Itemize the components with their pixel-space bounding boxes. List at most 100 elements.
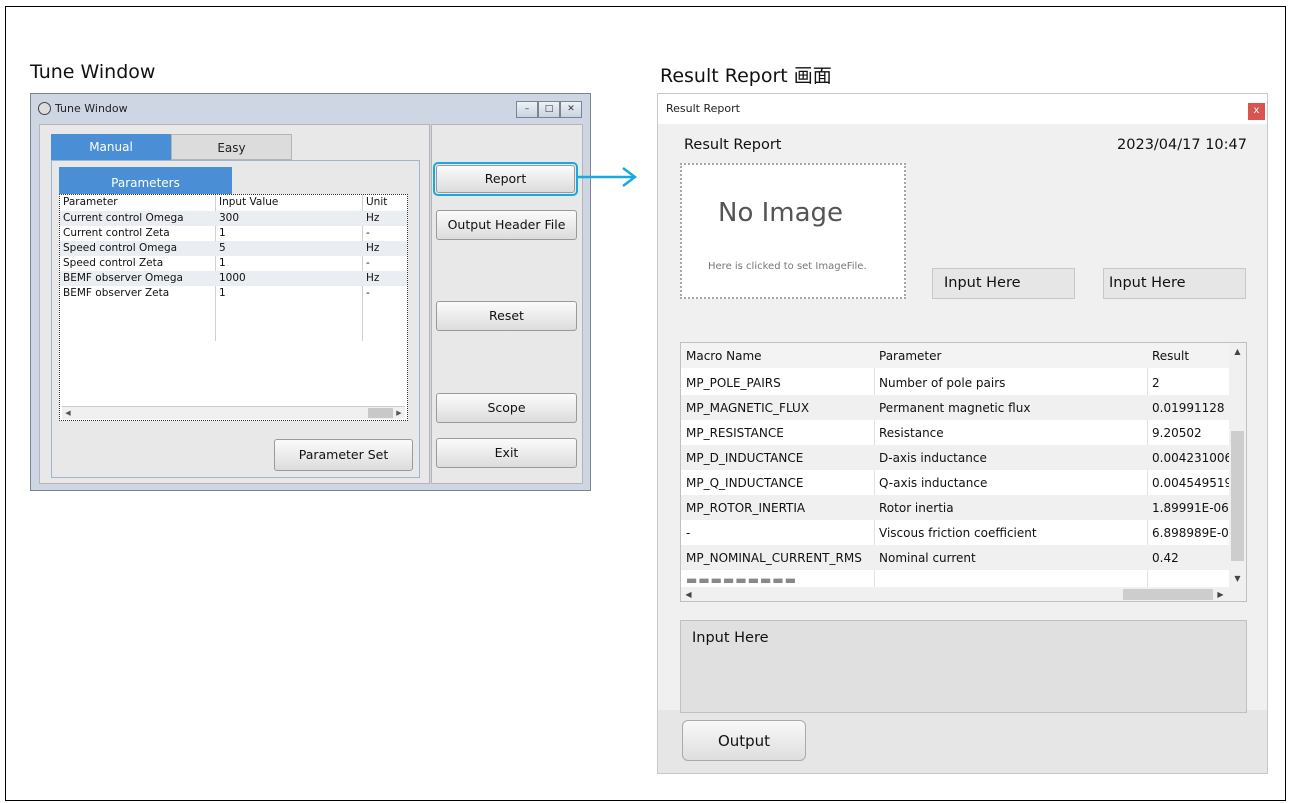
no-image-text: No Image	[718, 198, 844, 228]
image-hint-text: Here is clicked to set ImageFile.	[708, 261, 867, 272]
tune-window-caption: Tune Window	[30, 61, 156, 83]
result-report-window: Result Report x Result Report 2023/04/17…	[657, 93, 1268, 774]
report-heading: Result Report	[684, 137, 782, 153]
cell-unit: -	[366, 287, 370, 299]
tune-window-title: Tune Window	[55, 102, 128, 115]
tab-manual[interactable]: Manual	[51, 134, 171, 160]
parameters-panel: Parameters Parameter Input Value Unit Cu…	[51, 160, 420, 478]
table-horizontal-scrollbar[interactable]: ◀ ▶	[681, 587, 1246, 601]
cell-parameter: D-axis inductance	[879, 451, 987, 465]
scroll-left-icon[interactable]: ◀	[681, 587, 696, 601]
close-icon[interactable]: x	[1248, 103, 1265, 120]
col-header-macro-name: Macro Name	[686, 349, 762, 363]
cell-input-value[interactable]: 1000	[219, 272, 246, 284]
tune-left-pane: Manual Easy Parameters Parameter Input V…	[39, 124, 430, 484]
scroll-thumb[interactable]	[1231, 431, 1244, 561]
table-row[interactable]: MP_MAGNETIC_FLUX Permanent magnetic flux…	[681, 395, 1229, 420]
scroll-thumb[interactable]	[1123, 589, 1213, 600]
result-report-titlebar: Result Report x	[658, 94, 1267, 124]
cell-parameter: Q-axis inductance	[879, 476, 988, 490]
grid-horizontal-scrollbar[interactable]: ◀ ▶	[62, 406, 405, 419]
cell-parameter: Speed control Omega	[63, 242, 178, 254]
cell-parameter: Resistance	[879, 426, 944, 440]
cell-macro: MP_POLE_PAIRS	[686, 376, 781, 390]
table-row[interactable]: MP_NOMINAL_CURRENT_RMS Nominal current 0…	[681, 545, 1229, 570]
grid-row[interactable]: Current control Zeta 1 -	[60, 226, 407, 241]
reset-button[interactable]: Reset	[436, 301, 577, 331]
cell-parameter: Speed control Zeta	[63, 257, 164, 269]
cell-result: 9.20502	[1152, 426, 1202, 440]
table-row[interactable]: - Viscous friction coefficient 6.898989E…	[681, 520, 1236, 545]
comment-textarea[interactable]: Input Here	[680, 620, 1247, 713]
parameter-grid[interactable]: Parameter Input Value Unit Current contr…	[59, 194, 408, 421]
arrow-icon	[578, 167, 638, 187]
tune-window-titlebar: Tune Window – □ ✕	[31, 94, 590, 124]
image-placeholder[interactable]: No Image Here is clicked to set ImageFil…	[680, 163, 906, 299]
close-icon[interactable]: ✕	[560, 101, 582, 118]
grid-header: Parameter Input Value Unit	[60, 195, 407, 210]
cell-macro: MP_MAGNETIC_FLUX	[686, 401, 810, 415]
tune-window: Tune Window – □ ✕ Manual Easy Parameters…	[30, 93, 591, 491]
cell-macro: MP_RESISTANCE	[686, 426, 784, 440]
scroll-right-icon[interactable]: ▶	[393, 407, 405, 419]
cell-result: 0.004549519	[1152, 476, 1233, 490]
cell-macro: MP_Q_INDUCTANCE	[686, 476, 804, 490]
cell-parameter: BEMF observer Omega	[63, 272, 183, 284]
table-row[interactable]: MP_RESISTANCE Resistance 9.20502	[681, 420, 1229, 445]
cell-parameter: Number of pole pairs	[879, 376, 1006, 390]
scope-button[interactable]: Scope	[436, 393, 577, 423]
maximize-icon[interactable]: □	[538, 101, 560, 118]
minimize-icon[interactable]: –	[516, 101, 538, 118]
cell-input-value[interactable]: 1	[219, 227, 226, 239]
result-table[interactable]: Macro Name Parameter Result MP_POLE_PAIR…	[680, 342, 1247, 602]
scroll-right-icon[interactable]: ▶	[1213, 587, 1228, 601]
table-vertical-scrollbar[interactable]: ▲ ▼	[1229, 343, 1246, 587]
cell-input-value[interactable]: 300	[219, 212, 239, 224]
scroll-thumb[interactable]	[368, 408, 393, 418]
cell-unit: -	[366, 257, 370, 269]
table-row[interactable]: MP_POLE_PAIRS Number of pole pairs 2	[681, 370, 1229, 395]
report-highlight	[433, 162, 578, 196]
grid-row[interactable]: Speed control Zeta 1 -	[60, 256, 407, 271]
table-header: Macro Name Parameter Result	[681, 343, 1229, 368]
cell-unit: Hz	[366, 272, 380, 284]
col-header-parameter: Parameter	[879, 349, 942, 363]
cell-input-value[interactable]: 1	[219, 287, 226, 299]
cell-input-value[interactable]: 5	[219, 242, 226, 254]
input-field-1[interactable]: Input Here	[932, 268, 1075, 299]
cell-macro: MP_D_INDUCTANCE	[686, 451, 804, 465]
col-header-input-value: Input Value	[219, 196, 279, 208]
cell-result: 0.004231006	[1152, 451, 1233, 465]
input-field-2[interactable]: Input Here	[1103, 268, 1246, 299]
col-header-result: Result	[1152, 349, 1190, 363]
output-button[interactable]: Output	[682, 720, 806, 761]
table-row[interactable]: MP_Q_INDUCTANCE Q-axis inductance 0.0045…	[681, 470, 1233, 495]
output-header-file-button[interactable]: Output Header File	[436, 210, 577, 240]
table-row[interactable]: MP_D_INDUCTANCE D-axis inductance 0.0042…	[681, 445, 1233, 470]
cell-parameter: Rotor inertia	[879, 501, 954, 515]
scroll-down-icon[interactable]: ▼	[1229, 570, 1246, 587]
table-row[interactable]: MP_ROTOR_INERTIA Rotor inertia 1.89991E-…	[681, 495, 1229, 520]
result-report-window-title: Result Report	[666, 102, 740, 115]
grid-row[interactable]: BEMF observer Omega 1000 Hz	[60, 271, 407, 286]
cell-parameter: Nominal current	[879, 551, 976, 565]
cell-parameter: Permanent magnetic flux	[879, 401, 1031, 415]
tab-easy[interactable]: Easy	[171, 134, 292, 160]
parameter-set-button[interactable]: Parameter Set	[274, 439, 413, 471]
tab-parameters[interactable]: Parameters	[59, 167, 232, 194]
cell-parameter: Viscous friction coefficient	[879, 526, 1037, 540]
result-report-caption: Result Report 画面	[660, 65, 832, 87]
grid-row[interactable]: Current control Omega 300 Hz	[60, 211, 407, 226]
col-header-unit: Unit	[366, 196, 388, 208]
scroll-left-icon[interactable]: ◀	[62, 407, 74, 419]
grid-row[interactable]: Speed control Omega 5 Hz	[60, 241, 407, 256]
cell-result: 6.898989E-05	[1152, 526, 1237, 540]
cell-parameter: Current control Zeta	[63, 227, 170, 239]
grid-row[interactable]: BEMF observer Zeta 1 -	[60, 286, 407, 301]
cell-macro: -	[686, 526, 691, 540]
scroll-up-icon[interactable]: ▲	[1229, 343, 1246, 360]
cell-parameter: BEMF observer Zeta	[63, 287, 170, 299]
cell-input-value[interactable]: 1	[219, 257, 226, 269]
exit-button[interactable]: Exit	[436, 438, 577, 468]
cell-parameter: Current control Omega	[63, 212, 184, 224]
